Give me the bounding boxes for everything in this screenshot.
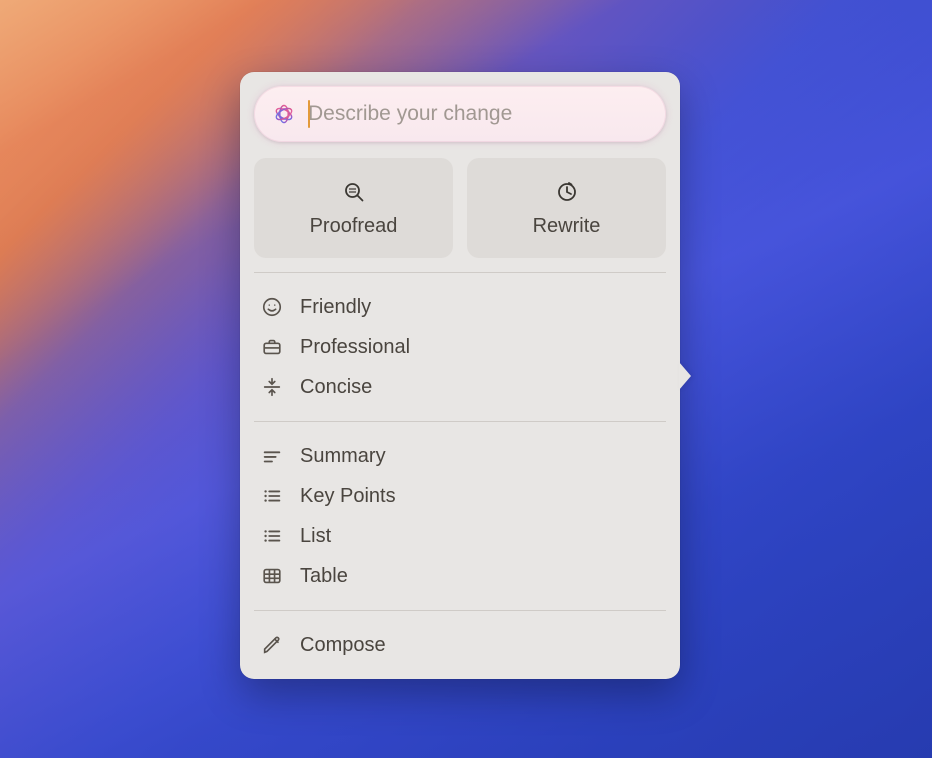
briefcase-icon [260,335,284,359]
tone-item-professional[interactable]: Professional [254,327,666,367]
tone-options-list: Friendly Professional Concise [254,287,666,407]
compress-icon [260,375,284,399]
table-icon [260,564,284,588]
lines-short-icon [260,444,284,468]
format-item-list[interactable]: List [254,516,666,556]
compose-section: Compose [254,625,666,665]
compose-item[interactable]: Compose [254,625,666,665]
rewrite-button[interactable]: Rewrite [467,158,666,258]
divider [254,610,666,611]
pencil-icon [260,633,284,657]
divider [254,272,666,273]
proofread-button[interactable]: Proofread [254,158,453,258]
tone-item-concise[interactable]: Concise [254,367,666,407]
rewrite-label: Rewrite [533,215,601,238]
format-item-label: List [300,525,331,548]
describe-change-field[interactable] [254,86,666,142]
proofread-icon [341,179,367,205]
describe-change-input[interactable] [308,102,648,126]
tone-item-label: Friendly [300,296,371,319]
tone-item-label: Professional [300,336,410,359]
tone-item-friendly[interactable]: Friendly [254,287,666,327]
format-item-label: Table [300,565,348,588]
text-cursor [308,100,310,128]
format-item-label: Summary [300,445,386,468]
apple-intelligence-icon [272,102,296,126]
format-item-table[interactable]: Table [254,556,666,596]
smile-icon [260,295,284,319]
tone-item-label: Concise [300,376,372,399]
format-options-list: Summary Key Points [254,436,666,596]
proofread-label: Proofread [310,215,398,238]
bullet-list-icon [260,484,284,508]
divider [254,421,666,422]
format-item-label: Key Points [300,485,396,508]
numbered-list-icon [260,524,284,548]
writing-tools-popover: Proofread Rewrite [240,72,680,679]
format-item-summary[interactable]: Summary [254,436,666,476]
format-item-keypoints[interactable]: Key Points [254,476,666,516]
primary-actions-row: Proofread Rewrite [254,158,666,258]
compose-label: Compose [300,634,386,657]
rewrite-icon [554,179,580,205]
